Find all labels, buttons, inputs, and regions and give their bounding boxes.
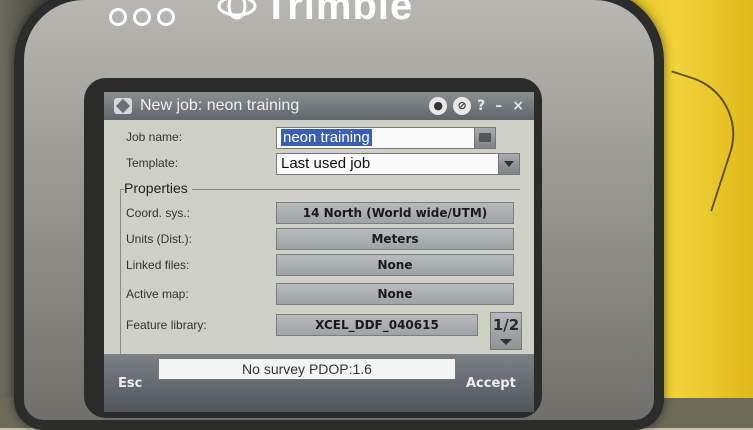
linked-files-button[interactable]: None [276,254,514,276]
accept-button[interactable]: Accept [466,376,516,391]
folder-icon [479,133,491,142]
coord-sys-label: Coord. sys.: [126,206,191,220]
folder-button[interactable] [474,127,496,149]
window-titlebar: New job: neon training ● ⊘ ? – × [104,92,534,120]
job-name-label: Job name: [126,130,183,144]
minimize-button[interactable]: – [495,98,502,114]
esc-button[interactable]: Esc [118,376,142,391]
template-dropdown[interactable]: Last used job [276,153,520,175]
linked-files-label: Linked files: [126,258,190,272]
window-title: New job: neon training [140,97,300,114]
job-name-input[interactable]: neon training [276,127,496,149]
properties-group-title: Properties [124,180,192,196]
device-dots-icon [109,8,175,26]
feature-library-label: Feature library: [126,318,207,332]
coord-sys-button[interactable]: 14 North (World wide/UTM) [276,202,514,224]
trimble-globe-icon [217,0,257,20]
no-entry-icon[interactable]: ⊘ [453,97,472,115]
chevron-down-icon [504,161,514,167]
page-indicator-text: 1/2 [492,316,520,334]
job-name-value: neon training [281,129,372,146]
units-label: Units (Dist.): [126,232,192,246]
brand-logo-text: Trimble [264,0,414,28]
template-dropdown-button[interactable] [498,153,520,175]
active-map-label: Active map: [126,287,189,301]
help-button[interactable]: ? [477,98,485,114]
template-label: Template: [126,156,179,170]
page-down-icon [500,339,512,345]
app-icon[interactable] [114,98,132,114]
feature-library-button[interactable]: XCEL_DDF_040615 [276,314,478,336]
active-map-button[interactable]: None [276,283,514,305]
units-button[interactable]: Meters [276,228,514,250]
status-bar: No survey PDOP:1.6 [158,358,456,380]
gnss-status-icon[interactable]: ● [429,97,448,115]
template-value: Last used job [281,155,371,172]
device-screen: New job: neon training ● ⊘ ? – × Job nam… [104,92,534,412]
page-indicator[interactable]: 1/2 [490,312,522,350]
close-button[interactable]: × [512,98,524,114]
properties-group-border-left [120,189,121,359]
